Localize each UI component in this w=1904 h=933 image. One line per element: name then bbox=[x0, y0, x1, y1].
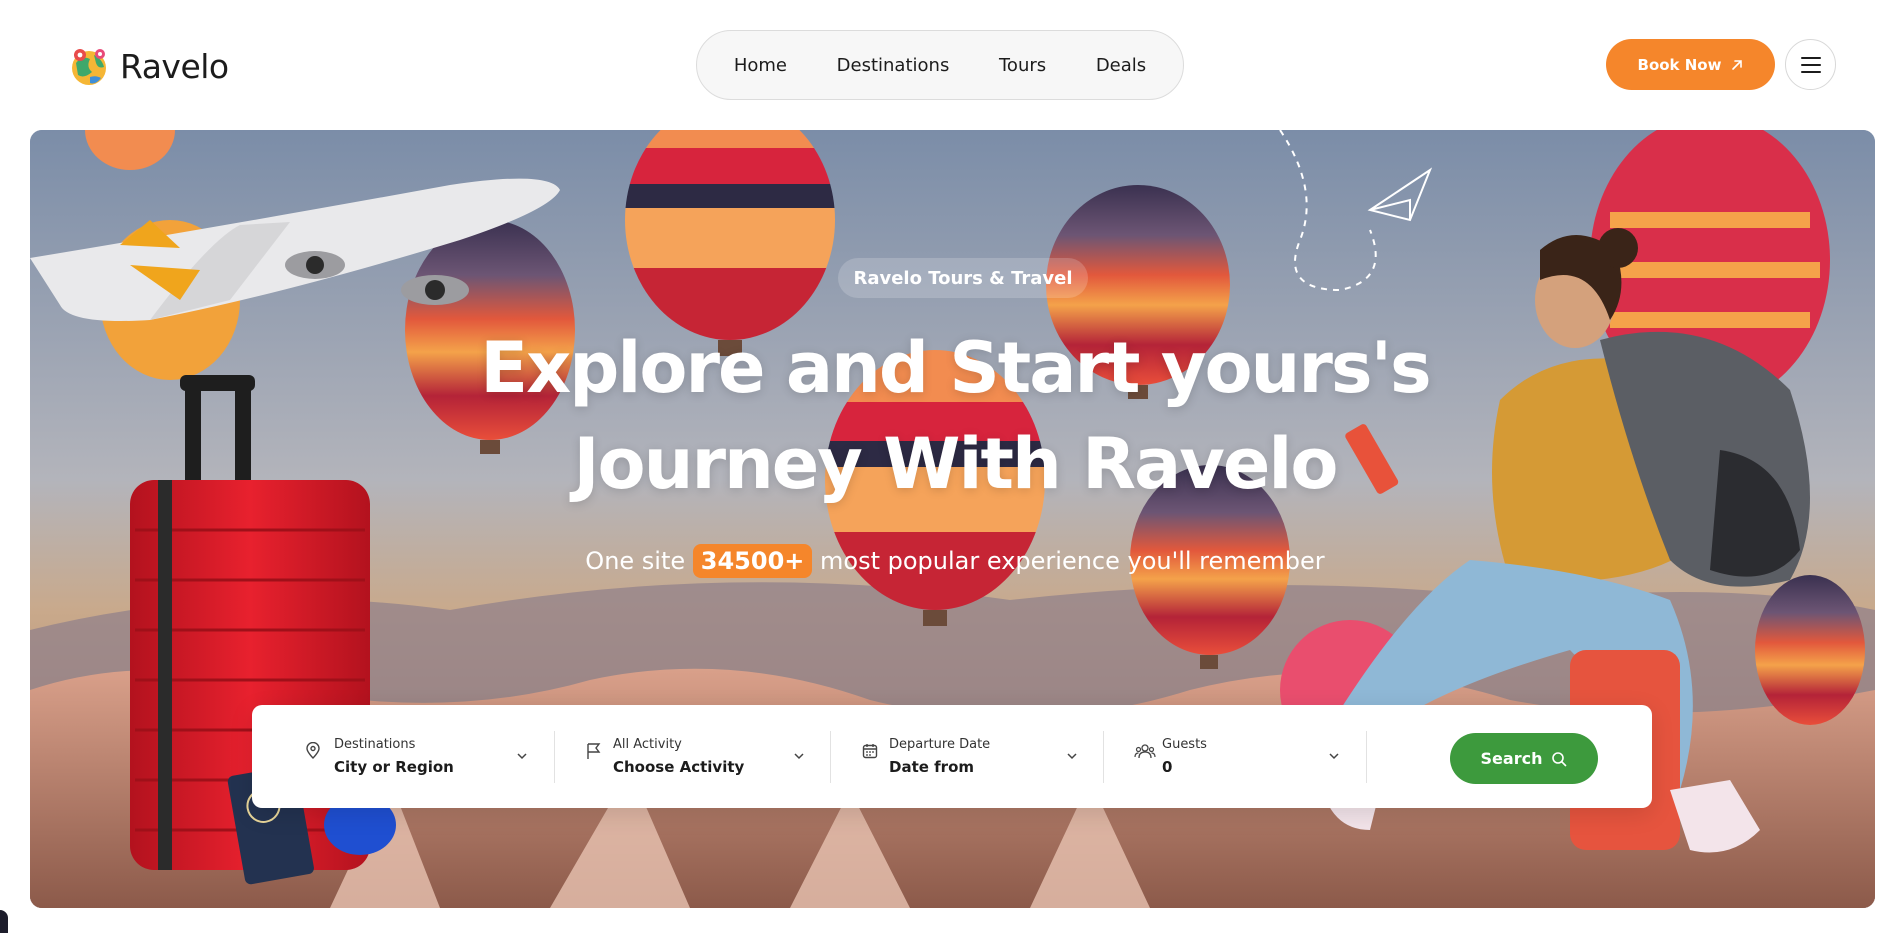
hero-title: Explore and Start yours's Journey With R… bbox=[450, 320, 1460, 512]
nav-item-deals[interactable]: Deals bbox=[1096, 55, 1146, 76]
main-nav: Home Destinations Tours Deals bbox=[696, 30, 1184, 100]
departure-date-picker[interactable]: Departure Date Date from bbox=[831, 705, 1103, 808]
trip-search-bar: Destinations City or Region All Activity… bbox=[252, 705, 1652, 808]
chevron-down-icon bbox=[1067, 753, 1077, 760]
hamburger-menu-button[interactable] bbox=[1785, 39, 1836, 90]
guests-value: 0 bbox=[1162, 757, 1173, 776]
hero-subtitle-prefix: One site bbox=[585, 547, 686, 575]
globe-logo-icon bbox=[72, 49, 106, 85]
destination-value: City or Region bbox=[334, 757, 454, 776]
hero-subtitle-suffix: most popular experience you'll remember bbox=[820, 547, 1325, 575]
guests-select[interactable]: Guests 0 bbox=[1104, 705, 1366, 808]
guests-label: Guests bbox=[1162, 736, 1207, 752]
hero-tagline-badge: Ravelo Tours & Travel bbox=[838, 258, 1088, 298]
destination-label: Destinations bbox=[334, 736, 416, 752]
departure-date-label: Departure Date bbox=[889, 736, 991, 752]
calendar-icon bbox=[862, 744, 878, 759]
field-divider bbox=[1366, 730, 1367, 783]
search-icon bbox=[1552, 751, 1567, 766]
brand-logo[interactable]: Ravelo bbox=[68, 43, 229, 89]
chevron-down-icon bbox=[794, 753, 804, 760]
nav-item-tours[interactable]: Tours bbox=[999, 55, 1046, 76]
users-icon bbox=[1134, 744, 1156, 759]
search-button[interactable]: Search bbox=[1450, 733, 1598, 784]
experience-count-badge: 34500+ bbox=[692, 544, 813, 578]
page-corner-decoration bbox=[0, 910, 8, 933]
site-header: Ravelo Home Destinations Tours Deals Boo… bbox=[0, 0, 1904, 130]
departure-date-value: Date from bbox=[889, 757, 974, 776]
activity-label: All Activity bbox=[613, 736, 682, 752]
search-button-label: Search bbox=[1480, 749, 1543, 768]
hero-title-line1: Explore and Start yours's bbox=[480, 327, 1431, 409]
map-pin-icon bbox=[306, 742, 320, 759]
hamburger-line-icon bbox=[1800, 63, 1821, 66]
destination-select[interactable]: Destinations City or Region bbox=[252, 705, 554, 808]
hamburger-line-icon bbox=[1800, 56, 1821, 59]
chevron-down-icon bbox=[1329, 753, 1339, 760]
flag-icon bbox=[587, 743, 601, 759]
book-now-label: Book Now bbox=[1637, 55, 1722, 74]
nav-item-home[interactable]: Home bbox=[734, 55, 787, 76]
activity-value: Choose Activity bbox=[613, 757, 745, 776]
hamburger-line-icon bbox=[1800, 70, 1821, 73]
arrow-up-right-icon bbox=[1732, 59, 1743, 70]
chevron-down-icon bbox=[517, 753, 527, 760]
brand-name: Ravelo bbox=[120, 46, 229, 86]
activity-select[interactable]: All Activity Choose Activity bbox=[555, 705, 830, 808]
nav-item-destinations[interactable]: Destinations bbox=[837, 55, 950, 76]
book-now-button[interactable]: Book Now bbox=[1606, 39, 1775, 90]
hero-title-line2: Journey With Ravelo bbox=[573, 423, 1338, 505]
hero-subtitle: One site 34500+ most popular experience … bbox=[450, 543, 1460, 579]
